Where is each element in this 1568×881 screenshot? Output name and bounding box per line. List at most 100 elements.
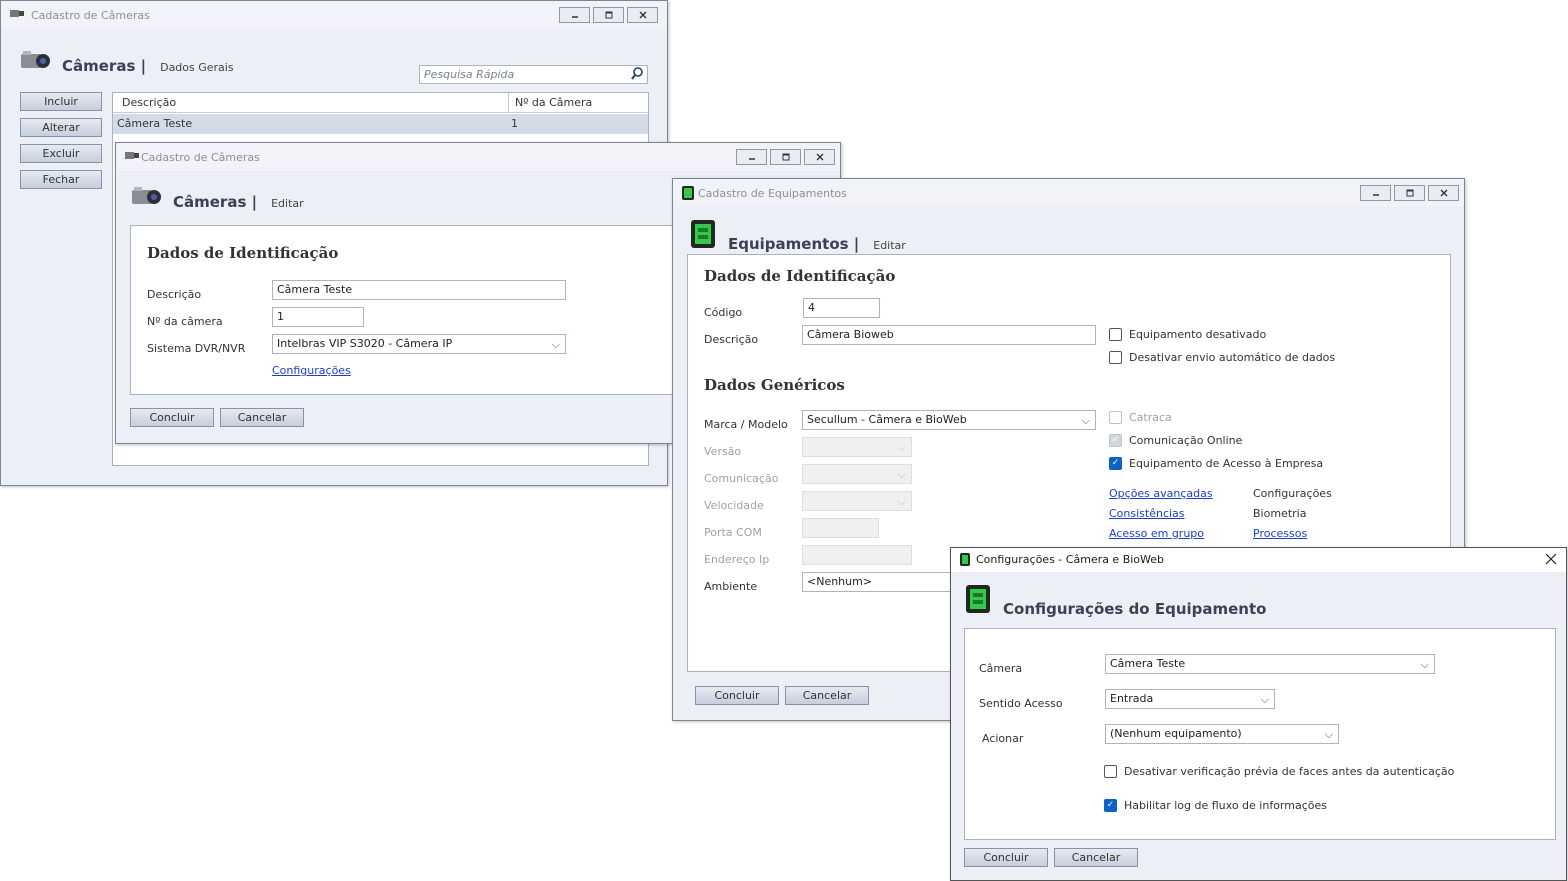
maximize-button[interactable] [593,7,624,23]
chevron-down-icon: ⌵ [897,495,906,508]
search-input[interactable]: Pesquisa Rápida [419,65,648,84]
minimize-button[interactable] [1360,185,1391,201]
processos-link[interactable]: Processos [1253,527,1307,540]
comunicacao-online-checkbox[interactable]: ✓ Comunicação Online [1109,434,1242,447]
camera-select[interactable]: Câmera Teste ⌵ [1105,654,1435,674]
equipment-config-dialog: Configurações - Câmera e BioWeb Configur… [950,547,1567,881]
opcoes-avancadas-link[interactable]: Opções avançadas [1109,487,1213,500]
cell-descricao: Câmera Teste [117,117,193,130]
catraca-checkbox[interactable]: Catraca [1109,411,1172,424]
page-header: Configurações do Equipamento [965,584,1266,618]
acionar-value: (Nenhum equipamento) [1110,727,1242,740]
sentido-acesso-value: Entrada [1110,692,1154,705]
chevron-down-icon: ⌵ [897,441,906,454]
equipamento-desativado-checkbox[interactable]: Equipamento desativado [1109,328,1266,341]
chevron-down-icon: ⌵ [1420,658,1429,671]
sistema-dvr-select[interactable]: Intelbras VIP S3020 - Câmera IP ⌵ [272,334,566,354]
versao-select: ⌵ [802,437,912,457]
page-subtitle: Editar [873,239,906,252]
cancelar-button[interactable]: Cancelar [1054,848,1138,867]
porta-com-label: Porta COM [704,526,762,539]
acesso-em-grupo-link[interactable]: Acesso em grupo [1109,527,1204,540]
config-panel: Câmera Câmera Teste ⌵ Sentido Acesso Ent… [964,628,1556,840]
marca-modelo-select[interactable]: Secullum - Câmera e BioWeb ⌵ [802,410,1096,430]
page-subtitle: Editar [271,197,304,210]
numero-camera-label: Nº da câmera [147,315,223,328]
concluir-button[interactable]: Concluir [964,848,1048,867]
check-icon: ✓ [1104,799,1117,812]
alterar-button[interactable]: Alterar [20,118,102,137]
concluir-button[interactable]: Concluir [695,686,779,705]
section-title: Dados de Identificação [147,244,339,262]
endereco-ip-input [802,545,912,565]
chevron-down-icon: ⌵ [1260,693,1269,706]
camera-icon [19,49,52,74]
descricao-input[interactable]: Câmera Bioweb [802,325,1096,345]
search-icon[interactable] [631,67,643,83]
desativar-verificacao-faces-checkbox[interactable]: Desativar verificação prévia de faces an… [1104,765,1454,778]
checkbox-box [1104,765,1117,778]
ambiente-select[interactable]: <Nenhum> [802,572,952,592]
fechar-button[interactable]: Fechar [20,170,102,189]
minimize-button[interactable] [559,7,590,23]
configuracoes-link[interactable]: Configurações [272,364,351,377]
equipment-icon [690,219,716,252]
page-header: Equipamentos | Editar [690,219,906,253]
page-subtitle: Dados Gerais [160,61,234,74]
numero-camera-input[interactable]: 1 [272,307,364,327]
desativar-envio-checkbox[interactable]: Desativar envio automático de dados [1109,351,1335,364]
checkbox-label: Desativar verificação prévia de faces an… [1124,765,1455,778]
versao-label: Versão [704,445,742,458]
title-bar[interactable]: Cadastro de Câmeras [1,1,667,29]
camera-value: Câmera Teste [1110,657,1186,670]
habilitar-log-checkbox[interactable]: ✓ Habilitar log de fluxo de informações [1104,799,1327,812]
check-icon: ✓ [1109,457,1122,470]
window-title: Configurações - Câmera e BioWeb [976,553,1165,566]
equipment-icon [965,584,991,617]
velocidade-label: Velocidade [704,499,764,512]
page-header: Câmeras | Dados Gerais [19,49,234,75]
equipamento-acesso-checkbox[interactable]: ✓ Equipamento de Acesso à Empresa [1109,457,1323,470]
close-button[interactable] [1428,185,1459,201]
cancelar-button[interactable]: Cancelar [220,408,304,427]
minimize-button[interactable] [736,149,767,165]
close-button[interactable] [627,7,658,23]
concluir-button[interactable]: Concluir [130,408,214,427]
page-header: Câmeras | Editar [130,185,304,211]
chevron-down-icon: ⌵ [1324,728,1333,741]
maximize-button[interactable] [1394,185,1425,201]
check-icon: ✓ [1109,434,1122,447]
descricao-input[interactable]: Câmera Teste [272,280,566,300]
column-header-numero[interactable]: Nº da Câmera [515,96,592,109]
sentido-acesso-select[interactable]: Entrada ⌵ [1105,689,1275,709]
column-header-descricao[interactable]: Descrição [122,96,176,109]
checkbox-label: Equipamento desativado [1129,328,1267,341]
camera-icon [124,149,140,164]
title-bar[interactable]: Cadastro de Câmeras [116,143,840,171]
checkbox-box [1109,328,1122,341]
chevron-down-icon: ⌵ [1081,414,1090,427]
maximize-button[interactable] [770,149,801,165]
title-bar[interactable]: Cadastro de Equipamentos [673,179,1464,207]
excluir-button[interactable]: Excluir [20,144,102,163]
table-row[interactable]: Câmera Teste 1 [113,114,648,134]
comunicacao-select: ⌵ [802,464,912,484]
close-button[interactable] [804,149,835,165]
close-icon[interactable] [1545,553,1557,568]
checkbox-label: Habilitar log de fluxo de informações [1124,799,1327,812]
descricao-label: Descrição [704,333,759,346]
title-bar[interactable]: Configurações - Câmera e BioWeb [951,548,1566,572]
descricao-label: Descrição [147,288,202,301]
consistencias-link[interactable]: Consistências [1109,507,1185,520]
checkbox-box [1109,411,1122,424]
page-title: Configurações do Equipamento [1003,600,1267,618]
sistema-dvr-value: Intelbras VIP S3020 - Câmera IP [277,337,453,350]
incluir-button[interactable]: Incluir [20,92,102,111]
cancelar-button[interactable]: Cancelar [785,686,869,705]
equipment-icon [959,552,971,570]
codigo-input[interactable]: 4 [803,298,880,318]
acionar-label: Acionar [982,732,1024,745]
cell-numero: 1 [511,117,518,130]
acionar-select[interactable]: (Nenhum equipamento) ⌵ [1105,724,1339,744]
table-header: Descrição Nº da Câmera [113,93,648,113]
